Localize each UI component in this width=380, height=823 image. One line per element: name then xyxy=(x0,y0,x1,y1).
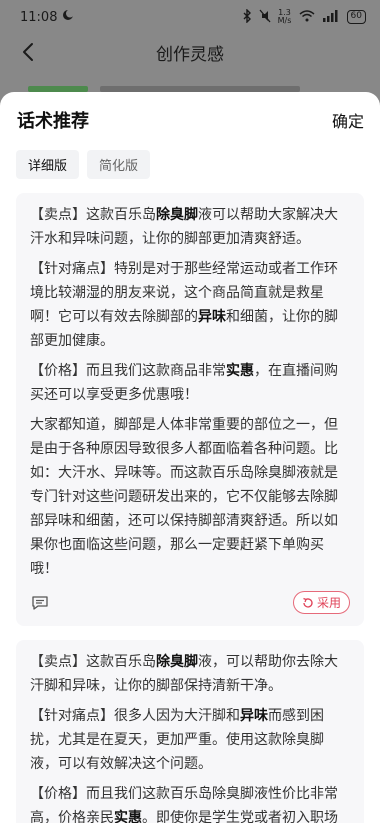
tab-detailed[interactable]: 详细版 xyxy=(16,150,80,179)
signal-icon xyxy=(322,9,340,25)
back-button[interactable] xyxy=(16,40,40,64)
adopt-label: 采用 xyxy=(316,596,341,610)
script-recommend-sheet: 话术推荐 确定 详细版 简化版 【卖点】这款百乐岛除臭脚液可以帮助大家解决大汗水… xyxy=(0,92,380,823)
status-bar: 11:08 1.3 M/s 60 xyxy=(0,0,380,34)
script-card-body: 【卖点】这款百乐岛除臭脚液，可以帮助你去除大汗脚和异味，让你的脚部保持清新干净。… xyxy=(30,650,350,823)
paragraph-text: 【卖点】这款百乐岛 xyxy=(30,207,156,223)
network-speed: 1.3 M/s xyxy=(277,8,292,25)
script-paragraph: 【卖点】这款百乐岛除臭脚液可以帮助大家解决大汗水和异味问题，让你的脚部更加清爽舒… xyxy=(30,203,350,251)
adopt-button[interactable]: 采用 xyxy=(292,591,350,614)
highlighted-keyword: 异味 xyxy=(240,708,268,724)
version-tabs: 详细版 简化版 xyxy=(0,148,380,179)
sheet-header: 话术推荐 确定 xyxy=(0,92,380,148)
paragraph-text: 。即使你是学生党或者初入职场 xyxy=(142,810,338,823)
script-card: 【卖点】这款百乐岛除臭脚液，可以帮助你去除大汗脚和异味，让你的脚部保持清新干净。… xyxy=(16,640,364,823)
paragraph-text: 【针对痛点】很多人因为大汗脚和 xyxy=(30,708,240,724)
status-time: 11:08 xyxy=(20,9,58,25)
mute-icon xyxy=(259,9,271,26)
adopt-icon xyxy=(303,597,313,608)
script-paragraph: 【针对痛点】特别是对于那些经常运动或者工作环境比较潮湿的朋友来说，这个商品简直就… xyxy=(30,257,350,353)
sheet-title: 话术推荐 xyxy=(17,111,89,132)
highlighted-keyword: 除臭脚 xyxy=(156,654,198,670)
bluetooth-icon xyxy=(242,7,252,26)
confirm-button[interactable]: 确定 xyxy=(332,108,364,132)
tab-simplified[interactable]: 简化版 xyxy=(87,150,151,179)
paragraph-text: 大家都知道，脚部是人体非常重要的部位之一，但是由于各种原因导致很多人都面临着各种… xyxy=(30,417,338,577)
card-footer: 采用 xyxy=(30,591,350,614)
highlighted-keyword: 除臭脚 xyxy=(156,207,198,223)
script-paragraph: 大家都知道，脚部是人体非常重要的部位之一，但是由于各种原因导致很多人都面临着各种… xyxy=(30,413,350,581)
highlighted-keyword: 实惠 xyxy=(114,810,142,823)
script-paragraph: 【卖点】这款百乐岛除臭脚液，可以帮助你去除大汗脚和异味，让你的脚部保持清新干净。 xyxy=(30,650,350,698)
wifi-icon xyxy=(299,9,315,25)
script-card-body: 【卖点】这款百乐岛除臭脚液可以帮助大家解决大汗水和异味问题，让你的脚部更加清爽舒… xyxy=(30,203,350,581)
script-paragraph: 【价格】而且我们这款百乐岛除臭脚液性价比非常高，价格亲民实惠。即使你是学生党或者… xyxy=(30,782,350,823)
nav-bar: 创作灵感 xyxy=(0,34,380,70)
script-card: 【卖点】这款百乐岛除臭脚液可以帮助大家解决大汗水和异味问题，让你的脚部更加清爽舒… xyxy=(16,193,364,626)
page-title: 创作灵感 xyxy=(156,44,224,65)
paragraph-text: 【卖点】这款百乐岛 xyxy=(30,654,156,670)
battery-icon: 60 xyxy=(346,10,366,24)
comment-icon[interactable] xyxy=(30,593,50,613)
highlighted-keyword: 异味 xyxy=(198,309,226,325)
moon-icon xyxy=(62,9,75,25)
script-paragraph: 【针对痛点】很多人因为大汗脚和异味而感到困扰，尤其是在夏天，更加严重。使用这款除… xyxy=(30,704,350,776)
script-paragraph: 【价格】而且我们这款商品非常实惠，在直播间购买还可以享受更多优惠哦！ xyxy=(30,359,350,407)
paragraph-text: 【价格】而且我们这款商品非常 xyxy=(30,363,226,379)
chevron-left-icon xyxy=(23,43,33,61)
highlighted-keyword: 实惠 xyxy=(226,363,254,379)
